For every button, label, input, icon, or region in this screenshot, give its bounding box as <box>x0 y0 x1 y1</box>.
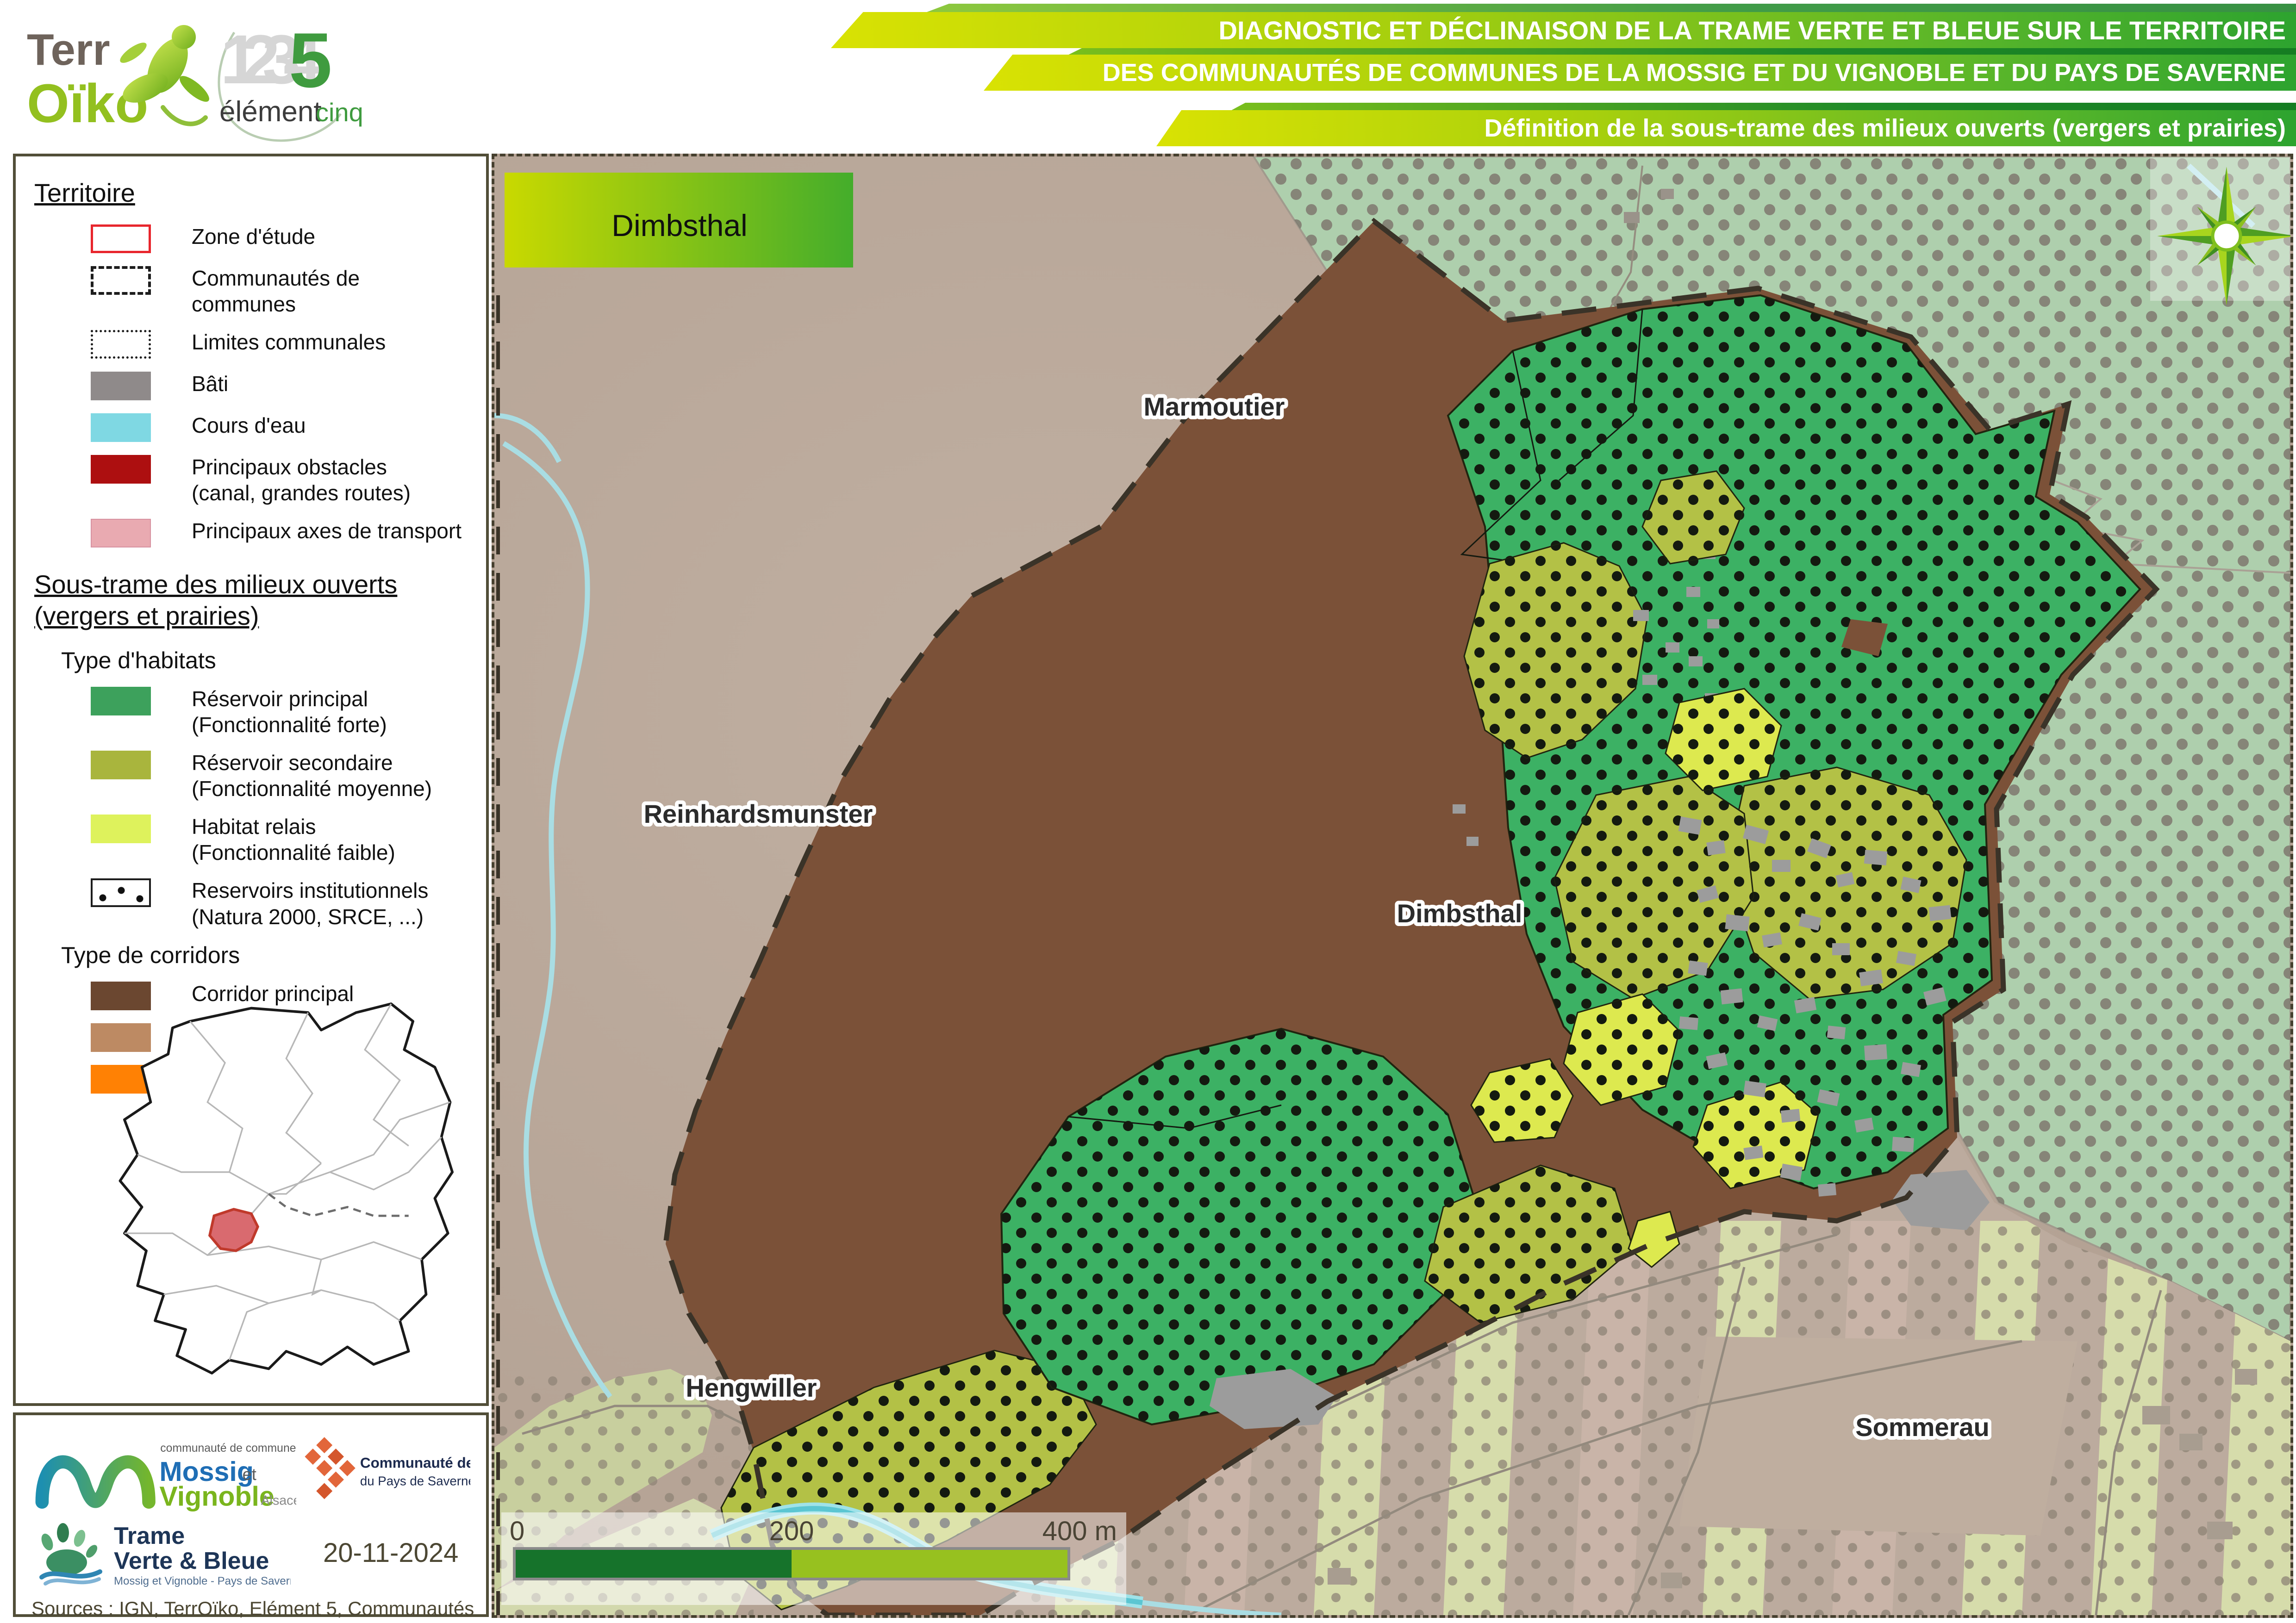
legend-panel: Territoire Zone d'étude Communautés deco… <box>13 154 489 1406</box>
banner-title-1: DIAGNOSTIC ET DÉCLINAISON DE LA TRAME VE… <box>831 12 2296 48</box>
banner-title-3: Définition de la sous-trame des milieux … <box>1156 110 2296 146</box>
map-canvas: Marmoutier Reinhardsmunster Dimbsthal So… <box>494 156 2290 1615</box>
cours-eau-swatch <box>91 413 151 442</box>
label-dimbsthal: Dimbsthal <box>1397 899 1522 928</box>
header: Terr Oïko 1234 5 élément cinq DIAGNOSTIC… <box>0 0 2296 154</box>
label-marmoutier: Marmoutier <box>1144 392 1285 421</box>
svg-text:Communauté de Communes: Communauté de Communes <box>360 1455 470 1471</box>
svg-text:Verte & Bleue: Verte & Bleue <box>114 1548 269 1574</box>
legend-item-communautes: Communautés decommunes <box>91 265 470 317</box>
scale-segment-1 <box>516 1550 792 1578</box>
terroiko-logo-icon: Terr Oïko <box>24 10 223 149</box>
scale-400: 400 m <box>1042 1516 1117 1546</box>
credits-panel: communauté de communes Mossig et Vignobl… <box>13 1412 489 1617</box>
diamonds-icon <box>305 1437 355 1499</box>
zone-etude-swatch <box>91 224 151 253</box>
legend-item-reservoir-secondaire: Réservoir secondaire(Fonctionnalité moye… <box>91 750 470 802</box>
scale-bar: 0 200 400 m <box>501 1512 1126 1605</box>
legend-title-territoire: Territoire <box>34 178 470 208</box>
sources-text: Sources : IGN, TerrOïko, Elément 5, Comm… <box>31 1596 476 1623</box>
svg-text:du Pays de Saverne: du Pays de Saverne <box>360 1474 470 1488</box>
element5-word2: cinq <box>316 98 363 127</box>
trame-verte-bleue-logo-icon: Trame Verte & Bleue Mossig et Vignoble -… <box>31 1518 291 1587</box>
scale-segment-2 <box>792 1550 1067 1578</box>
legend-subtitle-habitats: Type d'habitats <box>61 647 470 674</box>
banner-title-2-text: DES COMMUNAUTÉS DE COMMUNES DE LA MOSSIG… <box>1103 58 2286 87</box>
svg-text:Vignoble: Vignoble <box>159 1481 274 1511</box>
axes-swatch <box>91 519 151 547</box>
legend-item-limites: Limites communales <box>91 329 470 359</box>
bati-swatch <box>91 372 151 400</box>
banner-title-1-text: DIAGNOSTIC ET DÉCLINAISON DE LA TRAME VE… <box>1219 15 2286 45</box>
reservoir-principal-swatch <box>91 687 151 715</box>
legend-item-zone-etude: Zone d'étude <box>91 224 470 253</box>
legend-item-axes: Principaux axes de transport <box>91 518 470 547</box>
obstacles-swatch <box>91 455 151 484</box>
scale-200: 200 <box>769 1516 814 1546</box>
locator-inset-map <box>41 989 457 1382</box>
partner-logos-row: communauté de communes Mossig et Vignobl… <box>31 1427 470 1515</box>
banner-title-2: DES COMMUNAUTÉS DE COMMUNES DE LA MOSSIG… <box>984 55 2296 91</box>
legend-title-sous-trame: Sous-trame des milieux ouverts(vergers e… <box>34 569 470 631</box>
reservoir-secondaire-swatch <box>91 751 151 779</box>
svg-text:communauté de communes: communauté de communes <box>160 1442 296 1455</box>
mossig-vignoble-logo-icon: communauté de communes Mossig et Vignobl… <box>31 1430 296 1513</box>
tvb-row: Trame Verte & Bleue Mossig et Vignoble -… <box>31 1518 470 1587</box>
map-title-box: Dimbsthal <box>505 173 853 267</box>
legend-item-cours-eau: Cours d'eau <box>91 412 470 442</box>
elementcinq-logo-icon: 1234 5 élément cinq <box>206 14 364 153</box>
svg-text:Mossig et Vignoble - Pays de S: Mossig et Vignoble - Pays de Saverne <box>114 1575 291 1587</box>
reservoirs-institutionnels-swatch <box>91 878 151 907</box>
label-hengwiller: Hengwiller <box>686 1373 817 1402</box>
limites-swatch <box>91 330 151 359</box>
legend-item-reservoirs-institutionnels: Reservoirs institutionnels(Natura 2000, … <box>91 877 470 929</box>
element5-word1: élément <box>219 96 322 128</box>
pays-saverne-logo-icon: Communauté de Communes du Pays de Savern… <box>303 1430 470 1513</box>
map-title-text: Dimbsthal <box>611 208 747 243</box>
map-sheet: Terr Oïko 1234 5 élément cinq DIAGNOSTIC… <box>0 0 2296 1623</box>
mossig-m-icon <box>42 1462 149 1502</box>
legend-item-bati: Bâti <box>91 371 470 400</box>
svg-text:Alsace: Alsace <box>261 1493 296 1508</box>
compass-rose-icon <box>2150 157 2290 305</box>
legend-item-habitat-relais: Habitat relais(Fonctionnalité faible) <box>91 814 470 865</box>
legend-subtitle-corridors: Type de corridors <box>61 942 470 969</box>
communautes-swatch <box>91 266 151 295</box>
label-sommerau: Sommerau <box>1855 1412 1989 1442</box>
habitat-relais-swatch <box>91 815 151 843</box>
scale-0: 0 <box>510 1516 524 1546</box>
svg-text:Trame: Trame <box>114 1523 185 1549</box>
legend-item-obstacles: Principaux obstacles(canal, grandes rout… <box>91 454 470 506</box>
main-map: Marmoutier Reinhardsmunster Dimbsthal So… <box>492 154 2293 1618</box>
leaf-paw-icon <box>39 1523 100 1584</box>
label-reinhardsmunster: Reinhardsmunster <box>644 799 873 828</box>
banner-title-3-text: Définition de la sous-trame des milieux … <box>1484 114 2286 143</box>
terroiko-line1: Terr <box>27 25 110 75</box>
terroiko-line2: Oïko <box>27 73 148 134</box>
element5-five: 5 <box>289 17 332 104</box>
map-date: 20-11-2024 <box>323 1537 458 1568</box>
legend-item-reservoir-principal: Réservoir principal(Fonctionnalité forte… <box>91 686 470 738</box>
